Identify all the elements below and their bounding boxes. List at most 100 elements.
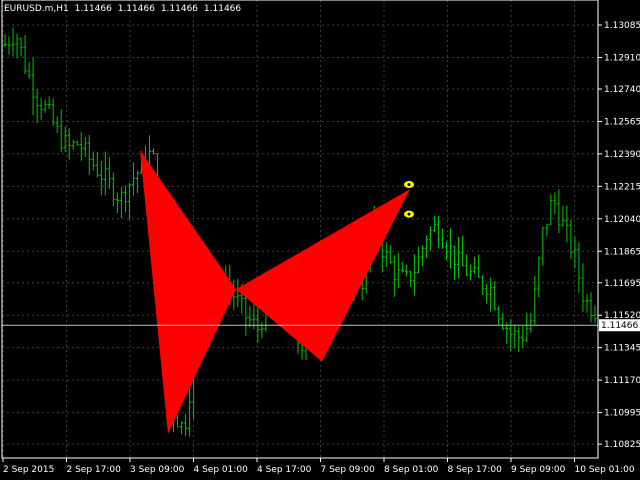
candle	[577, 242, 581, 293]
candle	[55, 116, 59, 133]
price-tick-label: 1.12910	[604, 53, 640, 63]
time-tick-label: 4 Sep 17:00	[257, 465, 312, 475]
candle	[11, 27, 15, 57]
candle	[408, 270, 412, 288]
time-tick-label: 8 Sep 01:00	[384, 465, 439, 475]
pattern-triangle-xab[interactable]	[140, 150, 236, 434]
price-tick-label: 1.12215	[604, 182, 640, 192]
time-tick-label: 9 Sep 09:00	[511, 465, 566, 475]
time-tick-label: 8 Sep 17:00	[448, 465, 503, 475]
candle	[533, 276, 537, 325]
price-tick-label: 1.11865	[604, 247, 640, 257]
signal-markers[interactable]	[404, 180, 414, 218]
ohlc-open: 1.11466	[74, 4, 112, 14]
candle	[428, 226, 432, 251]
candle	[465, 254, 469, 277]
candle	[436, 215, 440, 249]
price-tick-label: 1.11520	[604, 311, 640, 321]
candle	[589, 292, 593, 323]
candle	[15, 33, 19, 59]
candle	[244, 296, 248, 336]
signal-marker-icon[interactable]	[404, 180, 414, 188]
marker-center	[407, 182, 411, 186]
candle	[541, 226, 545, 266]
time-tick-label: 2 Sep 17:00	[67, 465, 122, 475]
candle	[43, 99, 47, 113]
candle	[95, 151, 99, 178]
candle	[7, 36, 11, 55]
candle	[481, 275, 485, 295]
candle	[71, 139, 75, 150]
candle	[537, 256, 541, 298]
candle	[107, 156, 111, 189]
candle	[553, 192, 557, 214]
price-tick-label: 1.12740	[604, 85, 640, 95]
candle	[135, 170, 139, 194]
chart-window[interactable]: 1.11466 1.13085 1.12910 1.12740 1.12565 1.12…	[0, 0, 640, 480]
plot-frame	[1, 0, 599, 459]
candle	[180, 421, 184, 435]
price-tick-label: 1.12040	[604, 215, 640, 225]
candle	[388, 245, 392, 264]
candle	[115, 192, 119, 214]
candle	[99, 160, 103, 196]
candle	[569, 219, 573, 260]
candle	[31, 57, 35, 116]
candle	[39, 97, 43, 120]
time-tick-label: 2 Sep 2015	[3, 465, 54, 475]
candle	[260, 322, 264, 339]
candle	[3, 34, 7, 47]
ohlc-close: 1.11466	[203, 4, 242, 14]
candle	[432, 215, 436, 233]
price-tick-label: 1.10995	[604, 409, 640, 419]
time-tick-label: 4 Sep 01:00	[194, 465, 249, 475]
marker-center	[407, 212, 411, 216]
candle	[489, 277, 493, 312]
candle	[27, 61, 31, 79]
candle	[103, 151, 107, 196]
candle	[477, 254, 481, 278]
candle	[131, 162, 135, 196]
price-tick-label: 1.13085	[604, 21, 640, 31]
candle	[457, 237, 461, 279]
candle	[420, 245, 424, 266]
candle	[593, 305, 597, 324]
price-tick-label: 1.12565	[604, 117, 640, 127]
candle	[521, 325, 525, 349]
candle	[119, 187, 123, 219]
candle	[449, 228, 453, 269]
candle	[565, 205, 569, 243]
candle	[469, 264, 473, 281]
harmonic-pattern[interactable]	[140, 150, 410, 434]
candle	[581, 263, 585, 312]
price-tick-label: 1.12390	[604, 150, 640, 160]
candle	[549, 194, 553, 225]
candle	[75, 140, 79, 146]
candle	[384, 242, 388, 267]
time-tick-label: 3 Sep 09:00	[130, 465, 185, 475]
candle	[529, 312, 533, 333]
candle	[573, 236, 577, 269]
ohlc-low: 1.11466	[160, 4, 199, 14]
candle	[404, 264, 408, 277]
candle	[19, 37, 23, 57]
candle	[23, 34, 27, 74]
candle	[111, 172, 115, 207]
price-tick-label: 1.10825	[604, 440, 640, 450]
candle	[412, 254, 416, 296]
candle	[184, 414, 188, 436]
candle	[585, 294, 589, 313]
candle	[525, 312, 529, 343]
price-chart[interactable]: 1.11466 1.13085 1.12910 1.12740 1.12565 1.12…	[0, 0, 640, 480]
candle	[83, 136, 87, 157]
time-tick-label: 10 Sep 01:00	[575, 465, 635, 475]
candle	[561, 206, 565, 227]
signal-marker-icon[interactable]	[404, 210, 414, 218]
candle	[87, 134, 91, 176]
candle	[557, 189, 561, 234]
candle	[35, 88, 39, 124]
candle	[152, 148, 156, 155]
candle	[424, 235, 428, 259]
candle	[493, 281, 497, 311]
candle	[400, 261, 404, 273]
